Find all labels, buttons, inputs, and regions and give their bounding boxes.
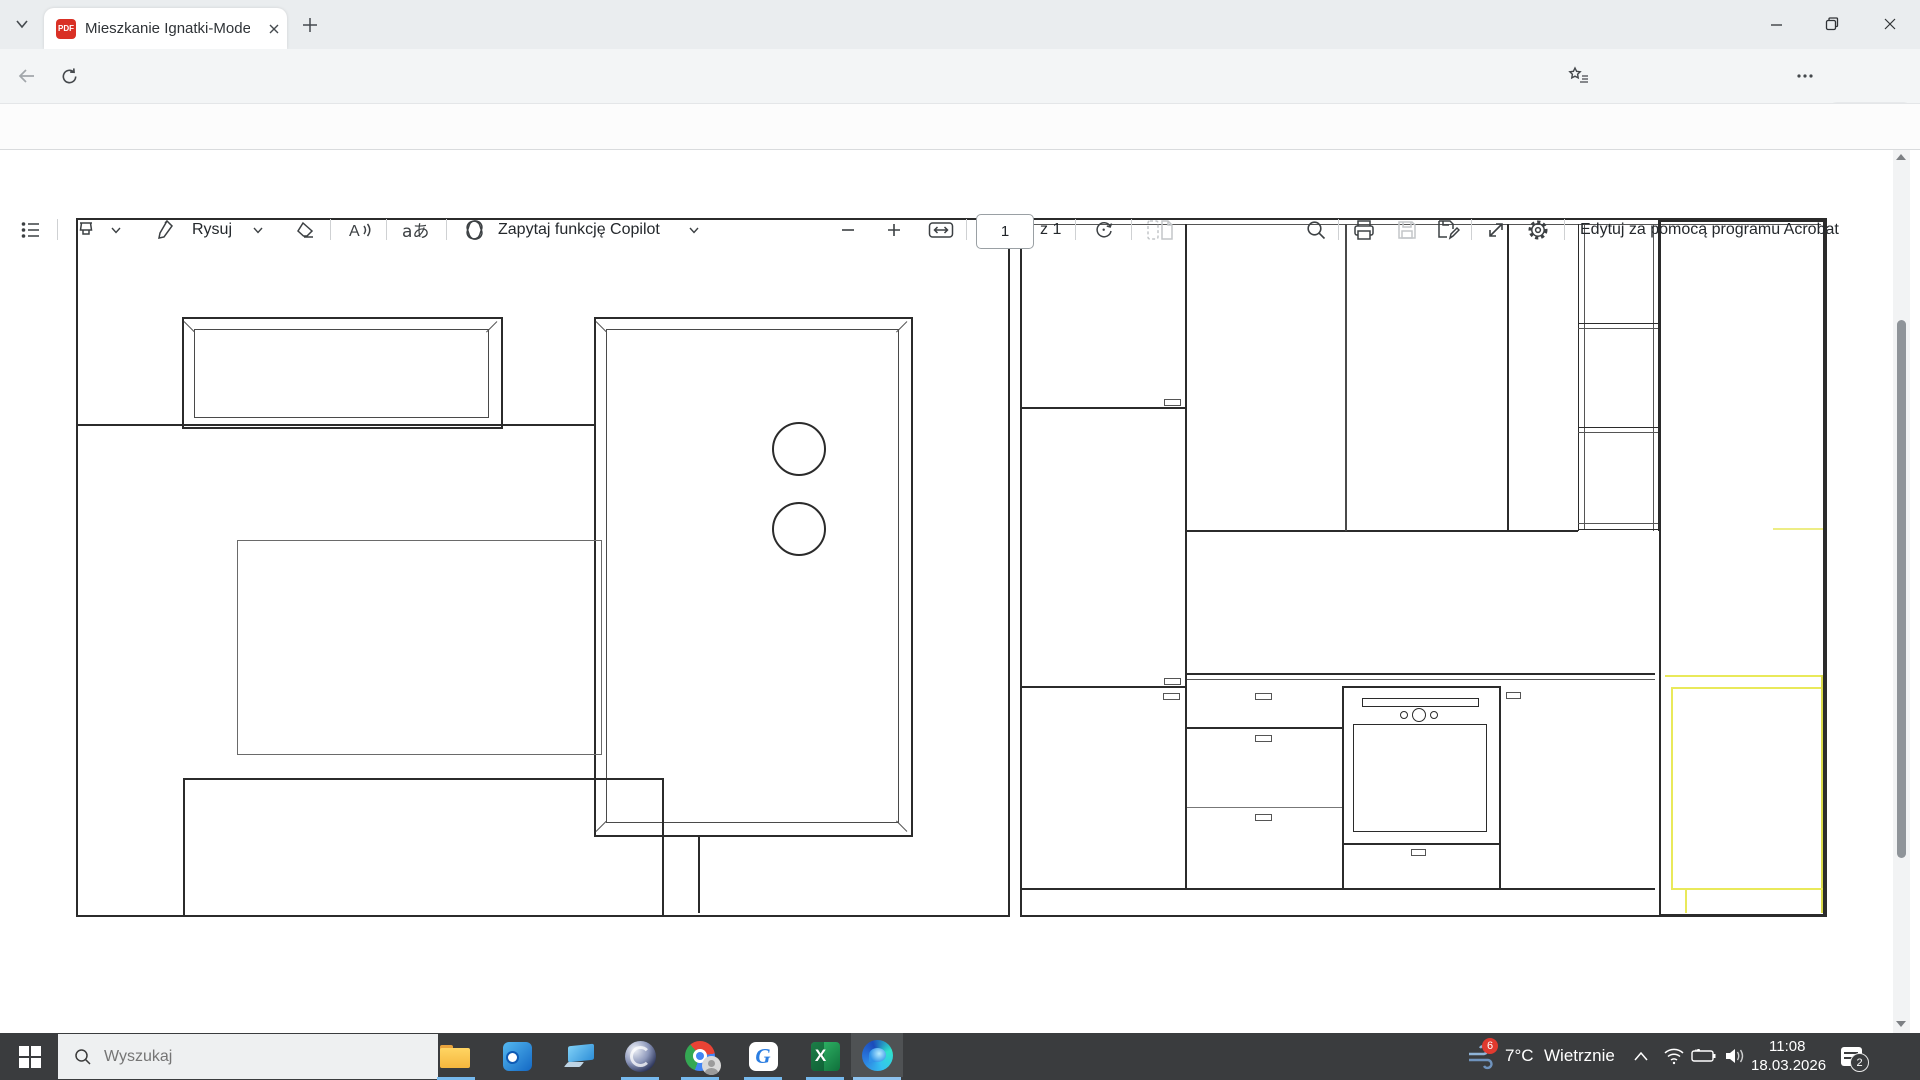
browser-menu-dots-icon[interactable]: [1790, 63, 1820, 89]
zoom-in-button[interactable]: [886, 208, 902, 251]
search-in-document-icon[interactable]: [1305, 208, 1327, 251]
save-icon: [1396, 208, 1418, 251]
draw-pen-icon[interactable]: [155, 208, 179, 251]
print-icon[interactable]: [1352, 208, 1376, 251]
translate-icon[interactable]: aあ: [402, 208, 429, 251]
taskbar-cinema4d[interactable]: [624, 1040, 656, 1072]
monitor-icon: [566, 1045, 594, 1067]
taskbar-edge-active[interactable]: [851, 1033, 903, 1077]
page-total-label: z 1: [1040, 220, 1062, 238]
draw-label[interactable]: Rysuj: [192, 208, 232, 251]
edit-with-acrobat-button[interactable]: Edytuj za pomocą programu Acrobat: [1580, 208, 1839, 251]
tab-search-chevron-icon[interactable]: [8, 10, 36, 38]
clock-date[interactable]: 18.03.2026: [1751, 1057, 1826, 1074]
windows-taskbar: G X 6 7°C Wietrznie 11:08 18.03.2026: [0, 1033, 1920, 1080]
browser-tab[interactable]: PDF Mieszkanie Ignatki-Model.pdf: [44, 8, 287, 49]
weather-description[interactable]: Wietrznie: [1544, 1046, 1615, 1066]
taskbar-search-box[interactable]: [58, 1034, 438, 1079]
battery-icon[interactable]: [1690, 1046, 1718, 1066]
window-minimize-button[interactable]: [1753, 2, 1799, 46]
weather-temperature[interactable]: 7°C: [1505, 1046, 1534, 1066]
highlighter-icon[interactable]: [74, 208, 98, 251]
pdf-viewer-toolbar: Rysuj A aあ Zapytaj funkcję Copilot 1 z 1…: [0, 103, 1920, 249]
chrome-icon: [685, 1041, 721, 1075]
zoom-out-button[interactable]: [840, 208, 856, 251]
taskbar-search-input[interactable]: [102, 1046, 356, 1067]
wifi-icon[interactable]: [1662, 1045, 1686, 1067]
read-aloud-icon[interactable]: A: [347, 208, 373, 251]
rotate-icon[interactable]: [1092, 208, 1116, 251]
edge-browser-window: PDF Mieszkanie Ignatki-Model.pdf: [0, 0, 1920, 1080]
taskbar-excel[interactable]: X: [809, 1040, 841, 1072]
edge-icon: [861, 1039, 893, 1071]
eraser-icon[interactable]: [293, 208, 317, 251]
back-icon[interactable]: [12, 61, 42, 91]
scroll-down-arrow[interactable]: [1896, 1021, 1906, 1027]
taskbar-gstarcad[interactable]: G: [747, 1040, 779, 1072]
taskbar-remote-desktop[interactable]: [564, 1040, 596, 1072]
browser-titlebar: PDF Mieszkanie Ignatki-Model.pdf: [0, 0, 1920, 49]
vertical-scrollbar[interactable]: [1893, 148, 1910, 1033]
chrome-profile-avatar: [702, 1056, 721, 1075]
pdf-file-icon: PDF: [56, 18, 76, 39]
draw-chevron-icon[interactable]: [252, 208, 264, 251]
weather-wind-icon[interactable]: 6: [1466, 1038, 1498, 1072]
start-button[interactable]: [10, 1033, 50, 1080]
refresh-icon[interactable]: [54, 61, 84, 91]
scrollbar-thumb[interactable]: [1897, 320, 1906, 858]
taskbar-outlook[interactable]: [501, 1040, 533, 1072]
clock-time[interactable]: 11:08: [1769, 1038, 1805, 1055]
tab-close-icon[interactable]: [262, 17, 286, 41]
ask-copilot-chevron-icon[interactable]: [688, 208, 700, 251]
taskbar-file-explorer[interactable]: [439, 1040, 471, 1072]
copilot-outline-icon[interactable]: [462, 208, 488, 251]
pdf-page-canvas[interactable]: [0, 148, 1920, 1033]
notification-center-icon[interactable]: 2: [1838, 1044, 1869, 1072]
scroll-up-arrow[interactable]: [1896, 154, 1906, 160]
highlighter-chevron-icon[interactable]: [110, 208, 122, 251]
weather-alert-badge: 6: [1482, 1038, 1498, 1054]
taskbar-chrome[interactable]: [684, 1040, 721, 1075]
page-number-input[interactable]: [976, 214, 1034, 249]
excel-icon: X: [810, 1041, 840, 1071]
favorites-bar-icon[interactable]: [1564, 62, 1594, 90]
save-as-icon[interactable]: [1436, 208, 1460, 251]
settings-gear-icon[interactable]: [1526, 208, 1550, 251]
outlook-icon: [502, 1041, 532, 1071]
search-icon: [75, 1048, 91, 1065]
window-close-button[interactable]: [1865, 2, 1915, 46]
table-of-contents-icon[interactable]: [20, 208, 42, 251]
windows-logo-icon: [19, 1045, 41, 1068]
tab-title: Mieszkanie Ignatki-Model.pdf: [85, 20, 250, 37]
fullscreen-icon[interactable]: [1485, 208, 1507, 251]
browser-addressbar: Plik C:/Users/studi/OneDrive/Pulpit/Mies…: [0, 49, 1920, 149]
volume-icon[interactable]: [1722, 1045, 1748, 1067]
cinema4d-icon: [624, 1040, 656, 1072]
notification-count-badge: 2: [1850, 1053, 1869, 1072]
window-restore-button[interactable]: [1809, 2, 1855, 46]
svg-text:A: A: [349, 223, 360, 240]
new-tab-button[interactable]: [296, 11, 324, 39]
page-view-icon[interactable]: [1146, 208, 1174, 251]
tray-chevron-up-icon[interactable]: [1630, 1047, 1652, 1065]
file-explorer-icon: [440, 1044, 470, 1068]
ask-copilot-label[interactable]: Zapytaj funkcję Copilot: [498, 208, 660, 251]
fit-to-width-icon[interactable]: [928, 208, 954, 251]
g-app-icon: G: [748, 1041, 778, 1071]
